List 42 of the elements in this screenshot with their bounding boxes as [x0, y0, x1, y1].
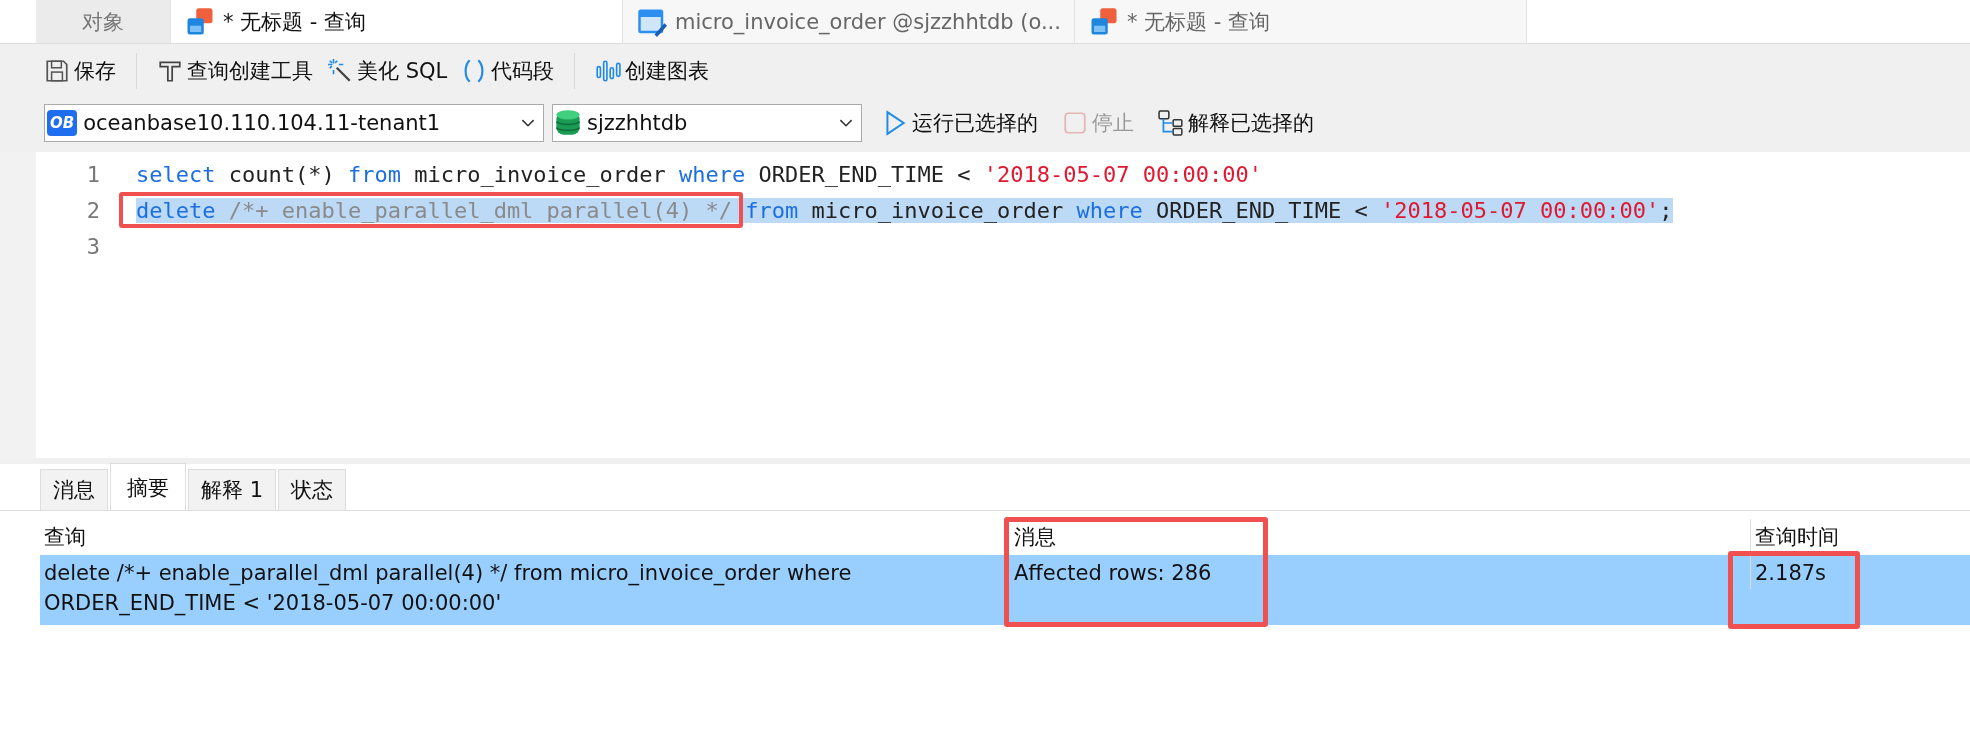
- connection-value: oceanbase10.110.104.11-tenant1: [83, 111, 442, 135]
- toolbar-button[interactable]: 代码段: [457, 53, 559, 89]
- chart-icon: [595, 58, 622, 84]
- result-tab[interactable]: 消息: [40, 469, 108, 510]
- database-value: sjzzhhtdb: [587, 111, 689, 135]
- result-tab[interactable]: 解释 1: [188, 469, 277, 510]
- document-tab[interactable]: * 无标题 - 查询: [1075, 0, 1527, 43]
- magic-wand-icon: [327, 58, 353, 84]
- result-tab[interactable]: 摘要: [110, 463, 186, 510]
- query-icon: [185, 6, 215, 37]
- tab-label: 对象: [82, 8, 124, 36]
- column-header: 查询: [43, 524, 87, 551]
- line-number: 2: [85, 197, 101, 223]
- code-line: select count(*) from micro_invoice_order where ORDER_END_TIME < '2018-05-07 00:00:00': [136, 161, 1262, 187]
- document-tab[interactable]: micro_invoice_order @sjzzhhtdb (o...: [623, 0, 1075, 43]
- action-button[interactable]: 运行已选择的: [878, 105, 1042, 141]
- document-tab[interactable]: 对象: [36, 0, 171, 43]
- stop-icon: [1062, 110, 1088, 136]
- toolbar-button[interactable]: 保存: [40, 53, 120, 89]
- action-button[interactable]: 解释已选择的: [1154, 105, 1318, 141]
- tab-label: * 无标题 - 查询: [1127, 8, 1271, 36]
- tab-label: micro_invoice_order @sjzzhhtdb (o...: [675, 9, 1061, 34]
- database-icon: [555, 109, 581, 137]
- table-cell-text: delete /*+ enable_parallel_dml parallel(4) */ from micro_invoice_order where ORDER_END_TIME < '2018-05-07 00:00:00': [43, 560, 853, 618]
- toolbar-button[interactable]: 查询创建工具: [153, 53, 317, 89]
- line-number: 1: [85, 161, 101, 187]
- database-dropdown[interactable]: sjzzhhtdb: [552, 104, 862, 142]
- table-cell: 2.187s: [1750, 555, 1930, 589]
- result-tab[interactable]: 状态: [278, 469, 347, 510]
- line-number: 3: [85, 233, 101, 259]
- connection-dropdown[interactable]: OB oceanbase10.110.104.11-tenant1: [44, 104, 544, 142]
- column-header: 消息: [1013, 524, 1057, 551]
- toolbar-button[interactable]: 创建图表: [591, 53, 714, 89]
- tab-label: * 无标题 - 查询: [223, 8, 367, 36]
- chevron-down-icon: [521, 118, 535, 128]
- toolbar-button[interactable]: 美化 SQL: [323, 53, 452, 89]
- table-row[interactable]: delete /*+ enable_parallel_dml parallel(4) */ from micro_invoice_order where ORDER_END_TIME < '2018-05-07 00:00:00' Affected rows: 286 2.187s: [40, 555, 1970, 625]
- chevron-down-icon: [839, 118, 853, 128]
- query-icon: [1089, 6, 1119, 37]
- tree-diagram-icon: [1158, 110, 1184, 136]
- connection-badge: OB: [47, 110, 78, 136]
- table-cell-text: Affected rows: 286: [1013, 560, 1213, 587]
